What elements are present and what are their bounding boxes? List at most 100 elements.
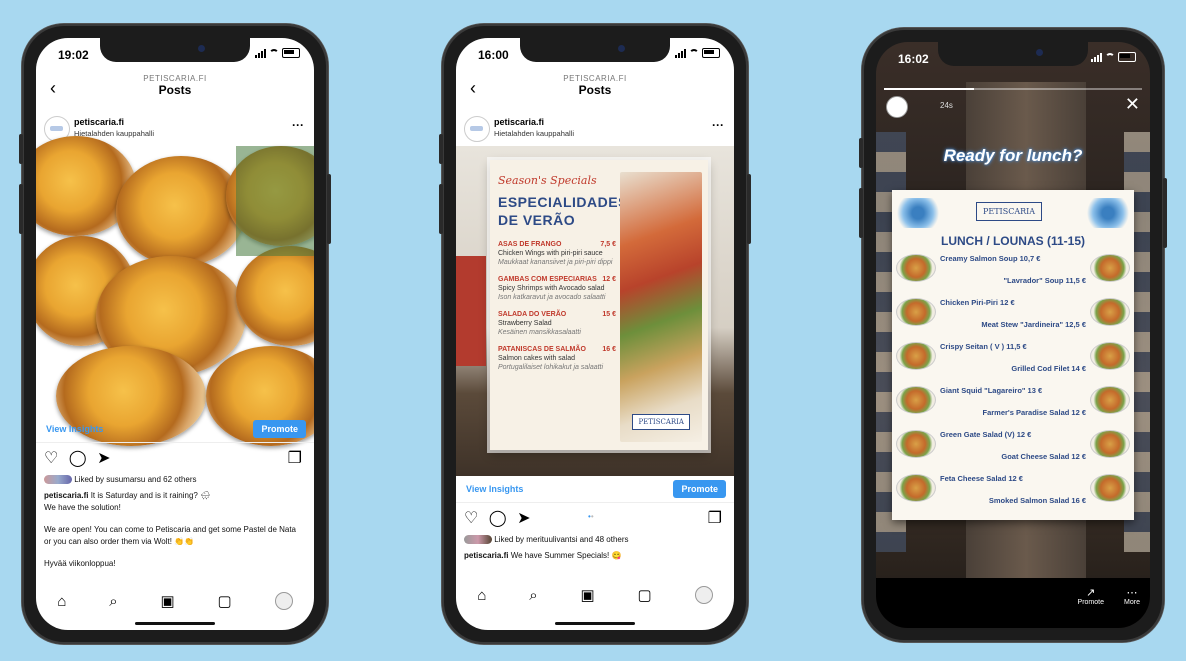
header-account: PETISCARIA.FI (563, 74, 627, 83)
promote-button[interactable]: Promote (253, 420, 306, 438)
story-progress (884, 88, 1142, 90)
board-item: Goat Cheese Salad 12 € (1001, 452, 1086, 461)
phone-2-screen: 16:00 ‹ PETISCARIA.FI Posts petiscaria.f… (456, 38, 734, 630)
story-promote[interactable]: ↗ Promote (1078, 586, 1104, 606)
lunch-board: PETISCARIA LUNCH / LOUNAS (11-15) Creamy… (892, 190, 1134, 520)
menu-item-desc-fi: Maukkaat kanansiivet ja piri-piri dippi (498, 259, 613, 266)
menu-item-price: 16 € (602, 346, 616, 353)
liked-by-text[interactable]: Liked by susumarsu and 62 others (74, 475, 196, 484)
bookmark-icon[interactable]: ❐ (288, 448, 302, 468)
heart-icon[interactable]: ♡ (464, 510, 478, 527)
view-insights-link[interactable]: View Insights (466, 484, 523, 494)
story-avatar[interactable] (886, 96, 908, 118)
more-options-icon[interactable]: ··· (292, 118, 304, 132)
caption-user[interactable]: petiscaria.fi (44, 491, 88, 500)
trend-icon: ↗ (1086, 587, 1096, 599)
menu-logo: PETISCARIA (632, 414, 690, 430)
reels-icon[interactable]: ▣ (581, 586, 595, 604)
menu-item-name: GAMBAS COM ESPECIARIAS (498, 276, 597, 283)
post-image[interactable]: Season's Specials ESPECIALIDADES DE VERÃ… (456, 146, 734, 476)
wifi-icon (689, 49, 699, 57)
caption-line-1: It is Saturday and is it raining? 🌧 (90, 491, 211, 500)
close-icon[interactable]: ✕ (1125, 94, 1140, 115)
comment-icon[interactable]: ◯ (489, 510, 507, 527)
menu-item-name: SALADA DO VERÃO (498, 311, 567, 318)
profile-avatar-icon[interactable] (274, 592, 293, 610)
home-icon[interactable]: ⌂ (477, 587, 486, 604)
avatar[interactable] (464, 116, 490, 142)
board-title: LUNCH / LOUNAS (11-15) (940, 234, 1086, 248)
post-actions: ♡ ◯ ➤ •• ❐ (464, 508, 726, 530)
post-author: petiscaria.fi Hietalahden kauppahalli ··… (456, 110, 734, 146)
menu-item-desc-fi: Ison katkaravut ja avocado salaatti (498, 294, 606, 301)
board-item: Smoked Salmon Salad 16 € (988, 496, 1086, 505)
menu-item-price: 12 € (602, 276, 616, 283)
story-more-label: More (1124, 599, 1140, 606)
menu-item-desc: Salmon cakes with salad (498, 355, 576, 362)
back-arrow-icon[interactable]: ‹ (470, 78, 476, 99)
search-icon[interactable]: ⌕ (529, 587, 537, 604)
wifi-icon (269, 49, 279, 57)
more-options-icon[interactable]: ··· (712, 118, 724, 132)
story-footer: ↗ Promote ⋯ More (876, 578, 1150, 628)
comment-icon[interactable]: ◯ (69, 450, 87, 467)
board-item: Creamy Salmon Soup 10,7 € (940, 254, 1041, 263)
story-screen[interactable]: 16:02 24s ✕ Ready for lunch? PETISCARIA … (876, 42, 1150, 628)
header-account: PETISCARIA.FI (143, 74, 207, 83)
menu-photo (620, 172, 702, 442)
status-time: 16:00 (478, 48, 509, 62)
bookmark-icon[interactable]: ❐ (708, 508, 722, 528)
search-icon[interactable]: ⌕ (109, 593, 117, 610)
menu-item-desc: Chicken Wings with piri-piri sauce (498, 250, 603, 257)
shop-icon[interactable]: ▢ (638, 586, 652, 604)
promote-button[interactable]: Promote (673, 480, 726, 498)
shop-icon[interactable]: ▢ (218, 592, 232, 610)
page-header: ‹ PETISCARIA.FI Posts (456, 68, 734, 110)
post-caption: petiscaria.fi We have Summer Specials! 😋 (464, 550, 724, 562)
reels-icon[interactable]: ▣ (161, 592, 175, 610)
home-icon[interactable]: ⌂ (57, 593, 66, 610)
board-item: Farmer's Paradise Salad 12 € (982, 408, 1086, 417)
phone-1: 19:02 ‹ PETISCARIA.FI Posts petiscaria.f… (19, 24, 331, 644)
likes-line: Liked by susumarsu and 62 others (44, 474, 304, 486)
carousel-dots: •• (588, 512, 594, 521)
caption-text: We have Summer Specials! 😋 (510, 551, 622, 560)
share-icon[interactable]: ➤ (97, 450, 110, 467)
board-item: "Lavrador" Soup 11,5 € (1003, 276, 1086, 285)
likes-line: Liked by merituulivantsi and 48 others (464, 534, 724, 546)
post-caption: petiscaria.fi It is Saturday and is it r… (44, 490, 304, 570)
menu-item-desc-fi: Kesäinen mansikkasalaatti (498, 329, 581, 336)
board-item: Grilled Cod Filet 14 € (1011, 364, 1086, 373)
board-item: Chicken Piri-Piri 12 € (940, 298, 1015, 307)
location[interactable]: Hietalahden kauppahalli (494, 129, 574, 138)
insights-bar: View Insights Promote (36, 416, 314, 443)
status-time: 16:02 (898, 52, 929, 66)
post-image[interactable] (36, 136, 314, 446)
phone-3: 16:02 24s ✕ Ready for lunch? PETISCARIA … (859, 28, 1167, 642)
liker-avatars (464, 535, 492, 545)
caption-line-6: Hyvää viikonloppua! (44, 559, 116, 568)
menu-card: Season's Specials ESPECIALIDADES DE VERÃ… (490, 160, 708, 450)
caption-line-2: We have the solution! (44, 502, 121, 512)
view-insights-link[interactable]: View Insights (46, 424, 103, 434)
liker-avatars (44, 475, 72, 485)
menu-item-desc: Strawberry Salad (498, 320, 552, 327)
caption-user[interactable]: petiscaria.fi (464, 551, 508, 560)
status-time: 19:02 (58, 48, 89, 62)
more-dots-icon: ⋯ (1126, 587, 1138, 599)
menu-item-desc: Spicy Shrimps with Avocado salad (498, 285, 605, 292)
username[interactable]: petiscaria.fi (74, 117, 124, 127)
post-actions: ♡ ◯ ➤ ❐ (44, 448, 306, 470)
liked-by-text[interactable]: Liked by merituulivantsi and 48 others (494, 535, 628, 544)
share-icon[interactable]: ➤ (517, 510, 530, 527)
bottom-nav: ⌂ ⌕ ▣ ▢ (36, 586, 314, 616)
heart-icon[interactable]: ♡ (44, 450, 58, 467)
board-logo: PETISCARIA (976, 202, 1043, 221)
menu-item-price: 7,5 € (600, 241, 616, 248)
profile-avatar-icon[interactable] (694, 586, 713, 604)
caption-line-4: We are open! You can come to Petiscaria … (44, 525, 297, 546)
back-arrow-icon[interactable]: ‹ (50, 78, 56, 99)
username[interactable]: petiscaria.fi (494, 117, 544, 127)
story-more[interactable]: ⋯ More (1124, 586, 1140, 606)
menu-item-price: 15 € (602, 311, 616, 318)
